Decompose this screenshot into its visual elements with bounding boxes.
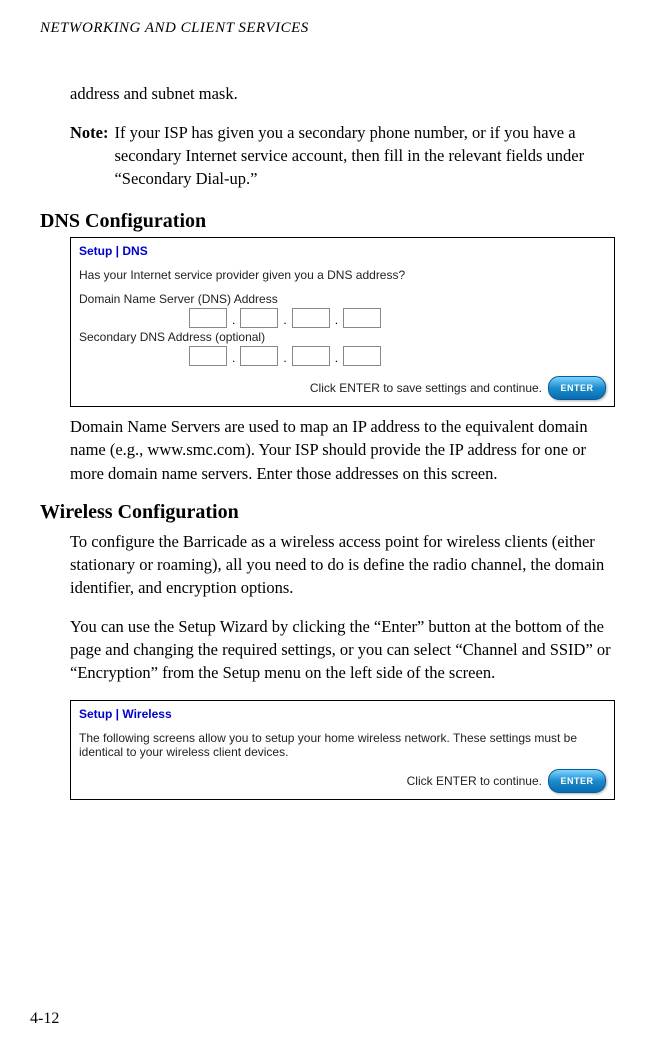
dns-primary-label: Domain Name Server (DNS) Address <box>79 292 606 306</box>
dns-primary-octet-3[interactable] <box>292 308 330 328</box>
dns-primary-octet-4[interactable] <box>343 308 381 328</box>
dns-enter-caption: Click ENTER to save settings and continu… <box>310 381 542 395</box>
dns-setup-box: Setup | DNS Has your Internet service pr… <box>70 237 615 407</box>
dns-secondary-octet-3[interactable] <box>292 346 330 366</box>
dns-setup-question: Has your Internet service provider given… <box>79 268 606 282</box>
wireless-para1: To configure the Barricade as a wireless… <box>70 530 615 599</box>
wireless-enter-button[interactable]: ENTER <box>548 769 606 793</box>
dns-setup-title: Setup | DNS <box>79 244 606 258</box>
dns-secondary-row: . . . <box>189 346 606 366</box>
dot-icon: . <box>232 351 235 366</box>
dot-icon: . <box>232 313 235 328</box>
wireless-setup-text: The following screens allow you to setup… <box>79 731 606 759</box>
note-block: Note: If your ISP has given you a second… <box>70 121 615 190</box>
wireless-setup-title: Setup | Wireless <box>79 707 606 721</box>
running-header: NETWORKING AND CLIENT SERVICES <box>40 20 615 37</box>
dns-primary-row: . . . <box>189 308 606 328</box>
dns-secondary-octet-4[interactable] <box>343 346 381 366</box>
dns-heading: DNS Configuration <box>40 210 615 233</box>
dns-primary-octet-2[interactable] <box>240 308 278 328</box>
dns-enter-button[interactable]: ENTER <box>548 376 606 400</box>
dns-secondary-octet-1[interactable] <box>189 346 227 366</box>
dot-icon: . <box>283 313 286 328</box>
wireless-setup-box: Setup | Wireless The following screens a… <box>70 700 615 800</box>
dot-icon: . <box>335 313 338 328</box>
dns-body-text: Domain Name Servers are used to map an I… <box>70 415 615 484</box>
page-number: 4-12 <box>30 1010 59 1028</box>
wireless-para2: You can use the Setup Wizard by clicking… <box>70 615 615 684</box>
dns-secondary-label: Secondary DNS Address (optional) <box>79 330 606 344</box>
wireless-enter-caption: Click ENTER to continue. <box>407 774 542 788</box>
dns-primary-octet-1[interactable] <box>189 308 227 328</box>
dot-icon: . <box>335 351 338 366</box>
note-label: Note: <box>70 121 108 190</box>
dot-icon: . <box>283 351 286 366</box>
dns-secondary-octet-2[interactable] <box>240 346 278 366</box>
intro-continuation-text: address and subnet mask. <box>70 82 615 105</box>
wireless-heading: Wireless Configuration <box>40 501 615 524</box>
note-text: If your ISP has given you a secondary ph… <box>114 121 615 190</box>
